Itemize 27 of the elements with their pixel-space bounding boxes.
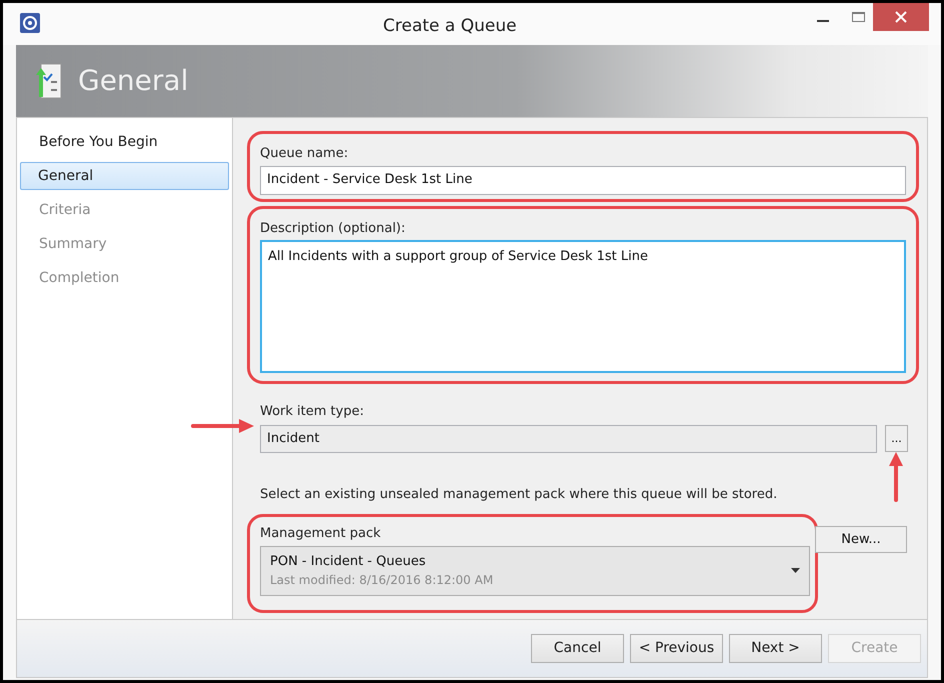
field-label: Description (optional):: [260, 220, 406, 238]
wizard-button[interactable]: < Previous: [630, 634, 723, 663]
queue-name-field[interactable]: Incident - Service Desk 1st Line: [260, 166, 906, 194]
page-heading: General: [78, 63, 188, 99]
dropdown-value: PON - Incident - Queues: [270, 552, 426, 571]
arrow-annotation: [191, 419, 255, 433]
dropdown-caret-icon: [791, 568, 800, 573]
instruction-text: Select an existing unsealed management pack where this queue will be stored.: [260, 486, 778, 504]
work-item-type-field: Incident: [260, 424, 877, 452]
window-title: Create a Queue: [383, 15, 517, 38]
close-button[interactable]: [873, 3, 929, 31]
field-label: Management pack: [260, 525, 381, 543]
wizard-step[interactable]: General: [20, 162, 229, 190]
management-pack-dropdown[interactable]: PON - Incident - Queues Last modified: 8/16/2016 8:12:00 AM: [260, 546, 810, 596]
wizard-button[interactable]: Next >: [729, 634, 822, 663]
dropdown-detail: Last modified: 8/16/2016 8:12:00 AM: [270, 572, 494, 590]
browse-button[interactable]: ...: [885, 425, 908, 452]
close-icon: [895, 11, 907, 23]
description-field[interactable]: All Incidents with a support group of Service Desk 1st Line: [260, 240, 906, 373]
field-label: Queue name:: [260, 145, 350, 163]
arrow-annotation: [889, 452, 903, 502]
field-label: Work item type:: [260, 403, 364, 421]
checklist-icon: [34, 63, 62, 99]
wizard-button[interactable]: Cancel: [531, 634, 624, 663]
wizard-step[interactable]: Before You Begin: [20, 128, 229, 156]
app-icon: [19, 12, 41, 34]
new-button[interactable]: New...: [815, 526, 907, 553]
